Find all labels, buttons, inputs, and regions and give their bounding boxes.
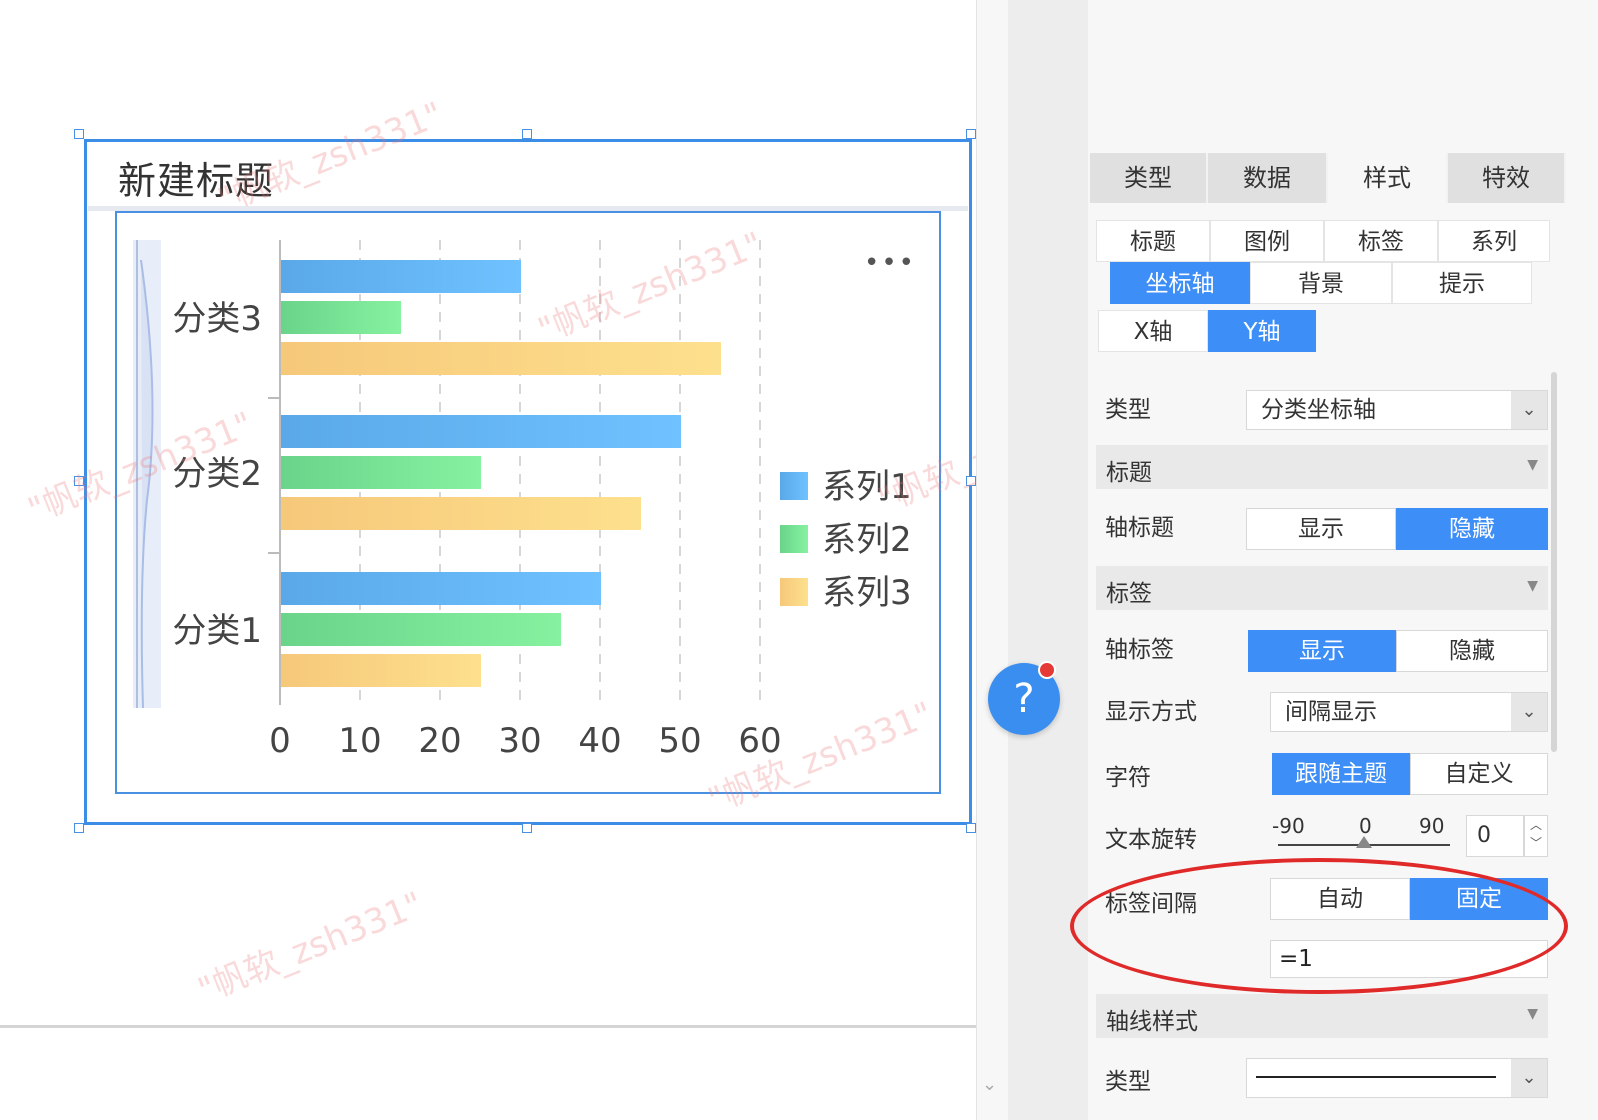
subtab-tooltip[interactable]: 提示 bbox=[1392, 262, 1532, 304]
category-label: 分类2 bbox=[172, 454, 262, 494]
section-label-label: 标签 bbox=[1106, 581, 1152, 607]
legend-label: 系列3 bbox=[822, 573, 912, 613]
bar bbox=[281, 456, 481, 489]
bar bbox=[281, 301, 401, 334]
collapse-triangle-icon[interactable]: ▼ bbox=[1527, 578, 1538, 594]
section-axis-line-header[interactable]: 轴线样式 ▼ bbox=[1096, 994, 1548, 1038]
chevron-down-icon[interactable]: ⌄ bbox=[1511, 693, 1547, 731]
rotate-stepper[interactable]: ︿ ﹀ bbox=[1524, 815, 1548, 857]
x-tick-label: 30 bbox=[498, 721, 541, 761]
x-tick-label: 0 bbox=[269, 721, 291, 761]
collapse-triangle-icon[interactable]: ▼ bbox=[1527, 1006, 1538, 1022]
rotate-label: 文本旋转 bbox=[1105, 827, 1197, 853]
legend-label: 系列2 bbox=[822, 520, 912, 560]
stepper-down-icon[interactable]: ﹀ bbox=[1525, 834, 1547, 852]
resize-handle-bottom[interactable] bbox=[522, 823, 532, 833]
tab-y-axis[interactable]: Y轴 bbox=[1208, 310, 1316, 352]
chevron-down-icon[interactable]: ⌄ bbox=[1511, 391, 1547, 429]
rotate-tick-mid: 0 bbox=[1359, 814, 1372, 838]
subtab-label[interactable]: 标签 bbox=[1324, 220, 1438, 262]
line-type-select[interactable]: ⌄ bbox=[1246, 1058, 1548, 1098]
collapse-triangle-icon[interactable]: ▼ bbox=[1527, 457, 1538, 473]
x-tick-label: 40 bbox=[578, 721, 621, 761]
panel-scrollbar[interactable] bbox=[1551, 372, 1557, 752]
canvas-scrollbar[interactable] bbox=[976, 0, 1008, 1120]
section-axis-line-label: 轴线样式 bbox=[1106, 1009, 1198, 1035]
axis-type-value: 分类坐标轴 bbox=[1261, 397, 1376, 423]
display-mode-value: 间隔显示 bbox=[1285, 699, 1377, 725]
custom-button[interactable]: 自定义 bbox=[1410, 753, 1548, 795]
section-title-header[interactable]: 标题 ▼ bbox=[1096, 445, 1548, 489]
legend-label: 系列1 bbox=[822, 467, 912, 507]
axis-title-hide-button[interactable]: 隐藏 bbox=[1396, 508, 1548, 550]
charset-label: 字符 bbox=[1105, 765, 1151, 791]
interval-label: 标签间隔 bbox=[1105, 891, 1197, 917]
legend-swatch bbox=[780, 578, 808, 606]
axis-label-label: 轴标签 bbox=[1105, 637, 1174, 663]
resize-handle-bottom-right[interactable] bbox=[966, 823, 976, 833]
tab-effects[interactable]: 特效 bbox=[1448, 153, 1566, 203]
x-tick-label: 60 bbox=[738, 721, 781, 761]
bar-chart-svg: 0 10 20 30 40 50 60 分类3 分类2 分类1 系列1 系列2 系列3 bbox=[172, 240, 912, 761]
tab-type[interactable]: 类型 bbox=[1090, 153, 1208, 203]
section-title-label: 标题 bbox=[1106, 460, 1152, 486]
axis-type-select[interactable]: 分类坐标轴 ⌄ bbox=[1246, 390, 1548, 430]
rotate-tick-max: 90 bbox=[1419, 814, 1445, 838]
axis-label-hide-button[interactable]: 隐藏 bbox=[1396, 630, 1548, 672]
rotate-input[interactable]: 0 bbox=[1466, 815, 1524, 857]
panel-gutter bbox=[1008, 0, 1088, 1120]
chevron-down-icon[interactable]: ⌄ bbox=[1511, 1059, 1547, 1097]
bar bbox=[281, 497, 641, 530]
scroll-down-icon[interactable]: ⌄ bbox=[982, 1074, 997, 1095]
follow-theme-button[interactable]: 跟随主题 bbox=[1272, 753, 1410, 795]
line-type-label: 类型 bbox=[1105, 1069, 1151, 1095]
stepper-up-icon[interactable]: ︿ bbox=[1525, 816, 1547, 834]
line-style-sample bbox=[1256, 1076, 1496, 1078]
display-mode-label: 显示方式 bbox=[1105, 699, 1197, 725]
resize-handle-bottom-left[interactable] bbox=[74, 823, 84, 833]
axis-title-show-button[interactable]: 显示 bbox=[1246, 508, 1396, 550]
display-mode-select[interactable]: 间隔显示 ⌄ bbox=[1270, 692, 1548, 732]
subtab-series[interactable]: 系列 bbox=[1438, 220, 1550, 262]
tab-data[interactable]: 数据 bbox=[1208, 153, 1328, 203]
category-label: 分类3 bbox=[172, 299, 262, 339]
legend-swatch bbox=[780, 525, 808, 553]
subtab-legend[interactable]: 图例 bbox=[1210, 220, 1324, 262]
axis-title-label: 轴标题 bbox=[1105, 515, 1174, 541]
subtab-axis[interactable]: 坐标轴 bbox=[1110, 262, 1250, 304]
bar bbox=[281, 572, 601, 605]
interval-fixed-button[interactable]: 固定 bbox=[1410, 878, 1548, 920]
x-tick-label: 20 bbox=[418, 721, 461, 761]
axis-label-show-button[interactable]: 显示 bbox=[1248, 630, 1396, 672]
bar bbox=[281, 415, 681, 448]
type-label: 类型 bbox=[1105, 397, 1151, 423]
interval-auto-button[interactable]: 自动 bbox=[1270, 878, 1410, 920]
tab-x-axis[interactable]: X轴 bbox=[1098, 310, 1208, 352]
rotate-tick-min: -90 bbox=[1272, 814, 1305, 838]
bar bbox=[281, 613, 561, 646]
category-label: 分类1 bbox=[172, 611, 262, 651]
canvas-lower-area bbox=[0, 1028, 976, 1120]
section-label-header[interactable]: 标签 ▼ bbox=[1096, 566, 1548, 610]
x-tick-label: 10 bbox=[338, 721, 381, 761]
interval-input[interactable]: =1 bbox=[1270, 940, 1548, 978]
notification-dot bbox=[1038, 661, 1056, 679]
subtab-title[interactable]: 标题 bbox=[1096, 220, 1210, 262]
subtab-background[interactable]: 背景 bbox=[1250, 262, 1392, 304]
bar bbox=[281, 260, 521, 293]
rotate-slider-thumb[interactable] bbox=[1356, 836, 1372, 848]
bar bbox=[281, 342, 721, 375]
bar bbox=[281, 654, 481, 687]
tab-style[interactable]: 样式 bbox=[1328, 153, 1448, 203]
x-tick-label: 50 bbox=[658, 721, 701, 761]
legend-swatch bbox=[780, 472, 808, 500]
